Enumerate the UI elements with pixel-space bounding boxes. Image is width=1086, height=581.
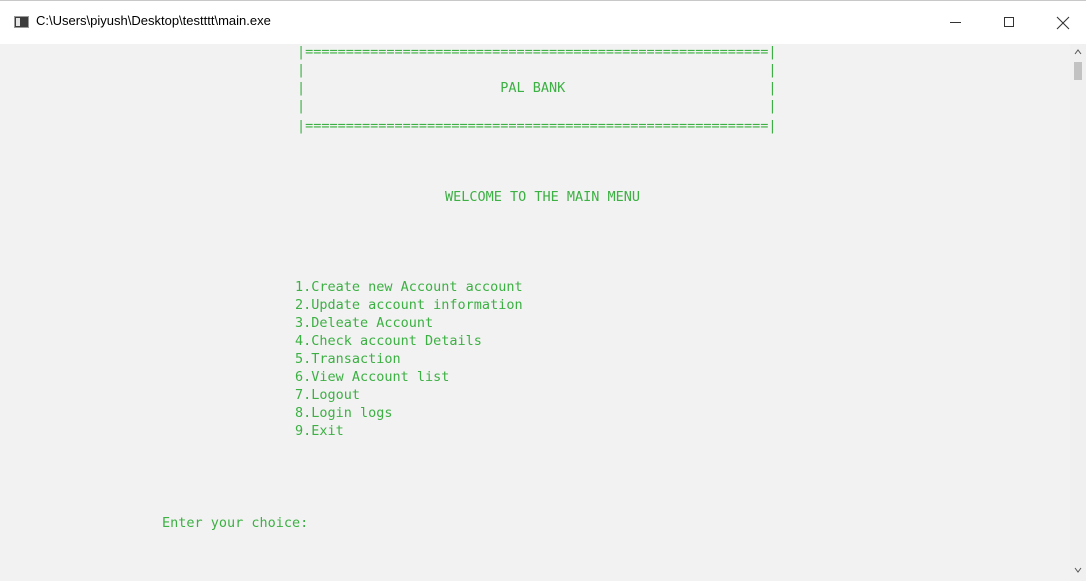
banner-top-border: |=======================================…	[297, 44, 777, 60]
menu-item-create-account: 1.Create new Account account	[295, 279, 523, 295]
scroll-up-arrow-icon[interactable]	[1074, 48, 1082, 56]
menu-item-view-list: 6.View Account list	[295, 369, 450, 385]
menu-item-logout: 7.Logout	[295, 387, 361, 403]
menu-item-exit: 9.Exit	[295, 423, 344, 439]
vertical-scrollbar[interactable]	[1070, 44, 1086, 581]
console-window: C:\Users\piyush\Desktop\testttt\main.exe…	[0, 0, 1086, 581]
banner-blank-line: | |	[297, 98, 777, 114]
minimize-icon	[950, 22, 961, 23]
minimize-button[interactable]	[933, 1, 979, 45]
scrollbar-thumb[interactable]	[1074, 62, 1082, 80]
menu-item-transaction: 5.Transaction	[295, 351, 401, 367]
menu-item-login-logs: 8.Login logs	[295, 405, 393, 421]
banner-title: | PAL BANK |	[297, 80, 777, 96]
console-app-icon[interactable]	[14, 16, 29, 28]
menu-item-update-account: 2.Update account information	[295, 297, 523, 313]
choice-prompt: Enter your choice:	[162, 515, 309, 531]
banner-blank-line: | |	[297, 62, 777, 78]
title-bar[interactable]: C:\Users\piyush\Desktop\testttt\main.exe	[0, 0, 1086, 44]
close-icon	[1056, 16, 1070, 30]
welcome-heading: WELCOME TO THE MAIN MENU	[445, 189, 641, 205]
menu-item-delete-account: 3.Deleate Account	[295, 315, 434, 331]
console-output[interactable]: |=======================================…	[0, 44, 1070, 581]
scroll-down-arrow-icon[interactable]	[1074, 566, 1082, 574]
close-button[interactable]	[1040, 1, 1086, 45]
maximize-icon	[1004, 17, 1014, 27]
window-title: C:\Users\piyush\Desktop\testttt\main.exe	[36, 13, 271, 28]
menu-item-check-details: 4.Check account Details	[295, 333, 482, 349]
maximize-button[interactable]	[987, 1, 1033, 45]
banner-bottom-border: |=======================================…	[297, 118, 777, 134]
